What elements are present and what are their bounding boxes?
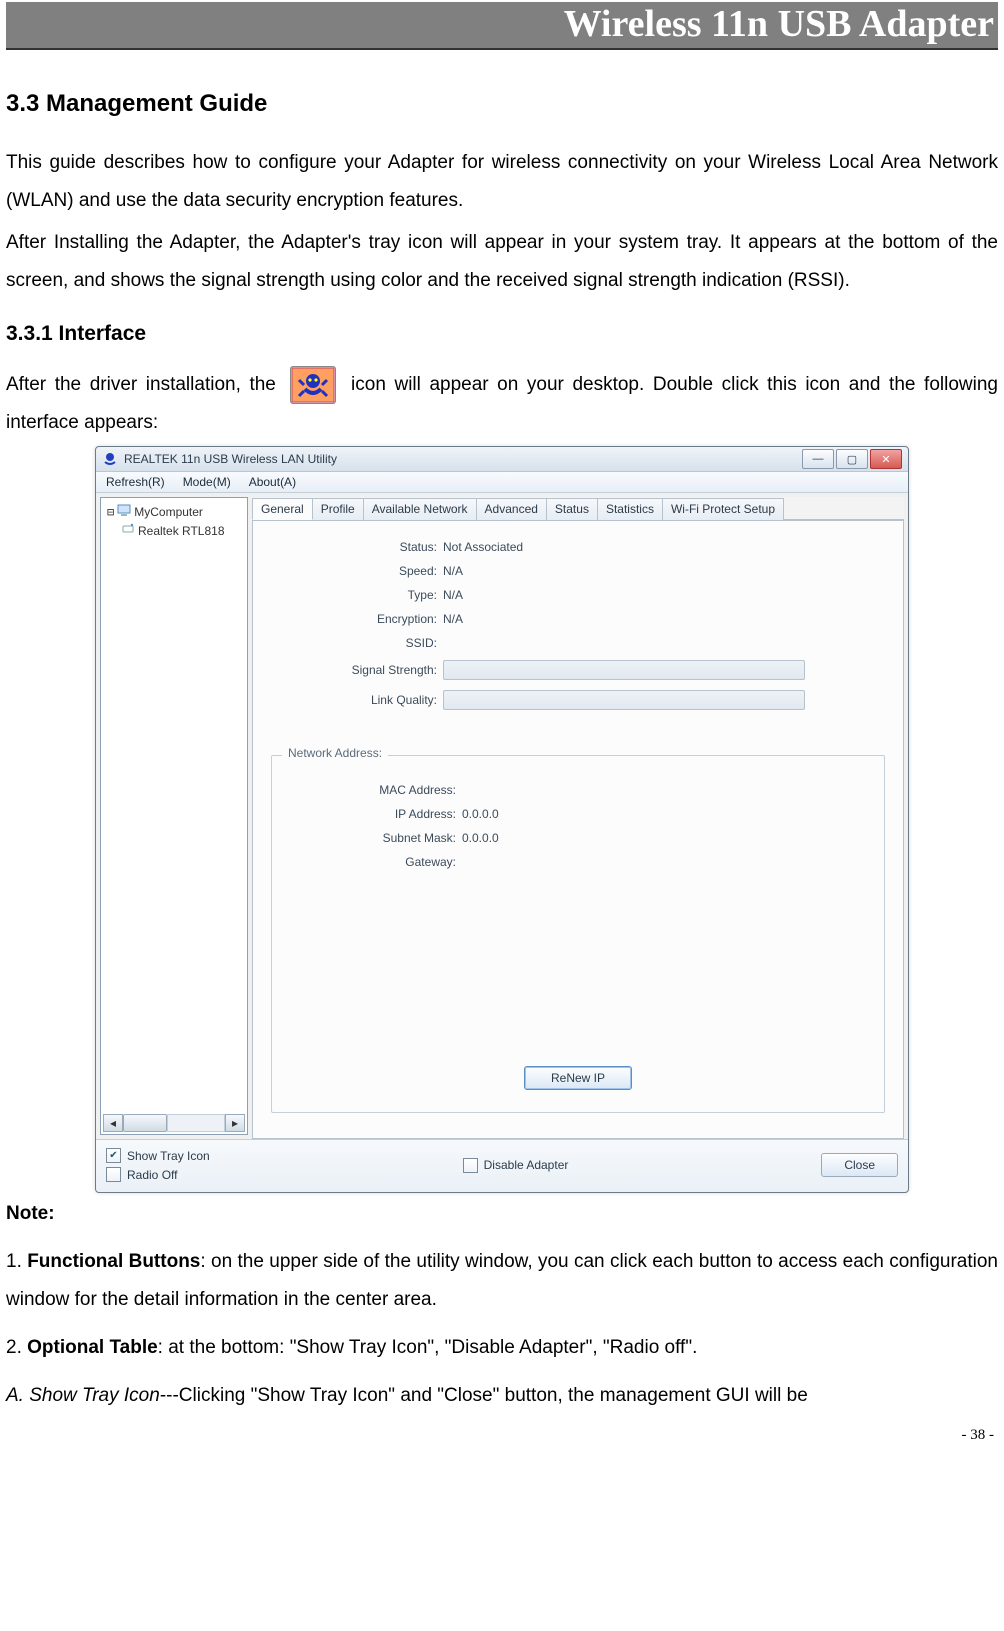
device-tree-pane: ⊟ MyComputer Realtek RTL818 ◂: [100, 497, 248, 1135]
tab-advanced[interactable]: Advanced: [476, 498, 547, 520]
type-value: N/A: [443, 588, 463, 602]
scroll-left-arrow-icon[interactable]: ◂: [103, 1114, 123, 1132]
show-tray-icon-checkbox[interactable]: ✔ Show Tray Icon: [106, 1148, 210, 1163]
minimize-button[interactable]: —: [802, 449, 834, 469]
maximize-button[interactable]: ▢: [836, 449, 868, 469]
subsection-heading: 3.3.1 Interface: [6, 322, 998, 346]
status-label: Status:: [271, 540, 443, 554]
note-2-bold: Optional Table: [27, 1337, 158, 1358]
note-1-num: 1.: [6, 1251, 27, 1272]
menu-mode[interactable]: Mode(M): [183, 475, 231, 489]
computer-icon: [117, 503, 131, 520]
checkbox-unchecked-icon: [106, 1167, 121, 1182]
tree-root-label: MyComputer: [134, 505, 203, 519]
adapter-icon: [121, 522, 135, 539]
menu-refresh[interactable]: Refresh(R): [106, 475, 165, 489]
section-heading: 3.3 Management Guide: [6, 90, 998, 118]
disable-adapter-checkbox[interactable]: Disable Adapter: [463, 1158, 569, 1173]
scroll-track[interactable]: [167, 1114, 225, 1132]
gateway-label: Gateway:: [290, 855, 462, 869]
tab-statistics[interactable]: Statistics: [597, 498, 663, 520]
utility-screenshot-figure: REALTEK 11n USB Wireless LAN Utility — ▢…: [6, 446, 998, 1193]
utility-footer: ✔ Show Tray Icon Radio Off Disable Adapt…: [96, 1139, 908, 1192]
note-item-3: A. Show Tray Icon---Clicking "Show Tray …: [6, 1377, 998, 1415]
radio-off-label: Radio Off: [127, 1168, 177, 1182]
disable-adapter-label: Disable Adapter: [484, 1158, 569, 1172]
encryption-value: N/A: [443, 612, 463, 626]
menu-about[interactable]: About(A): [249, 475, 296, 489]
subnet-mask-label: Subnet Mask:: [290, 831, 462, 845]
note-3-italic: A. Show Tray Icon: [6, 1385, 160, 1406]
ip-value: 0.0.0.0: [462, 807, 499, 821]
note-2-rest: : at the bottom: "Show Tray Icon", "Disa…: [158, 1337, 698, 1358]
signal-strength-label: Signal Strength:: [271, 663, 443, 677]
tab-status[interactable]: Status: [546, 498, 598, 520]
tab-strip: General Profile Available Network Advanc…: [252, 497, 904, 520]
tree-root[interactable]: ⊟ MyComputer: [103, 502, 245, 521]
tree-expand-icon[interactable]: ⊟: [107, 505, 114, 519]
encryption-label: Encryption:: [271, 612, 443, 626]
tree-child[interactable]: Realtek RTL818: [103, 521, 245, 540]
checkbox-unchecked-icon: [463, 1158, 478, 1173]
tab-wifi-protect-setup[interactable]: Wi-Fi Protect Setup: [662, 498, 784, 520]
mac-label: MAC Address:: [290, 783, 462, 797]
ssid-label: SSID:: [271, 636, 443, 650]
checkbox-checked-icon: ✔: [106, 1148, 121, 1163]
scroll-right-arrow-icon[interactable]: ▸: [225, 1114, 245, 1132]
menu-bar: Refresh(R) Mode(M) About(A): [96, 472, 908, 493]
intro-para-2: After Installing the Adapter, the Adapte…: [6, 224, 998, 300]
note-2-num: 2.: [6, 1337, 27, 1358]
network-address-group: Network Address: MAC Address: IP Address…: [271, 755, 885, 1113]
renew-ip-button[interactable]: ReNew IP: [524, 1066, 632, 1090]
window-close-button[interactable]: ✕: [870, 449, 902, 469]
radio-off-checkbox[interactable]: Radio Off: [106, 1167, 210, 1182]
page-number: - 38 -: [6, 1427, 998, 1444]
utility-window: REALTEK 11n USB Wireless LAN Utility — ▢…: [95, 446, 909, 1193]
signal-strength-bar: [443, 660, 805, 680]
desktop-utility-icon: [290, 366, 336, 404]
network-address-title: Network Address:: [282, 746, 388, 760]
close-button[interactable]: Close: [821, 1153, 898, 1177]
window-titlebar: REALTEK 11n USB Wireless LAN Utility — ▢…: [96, 447, 908, 472]
after-install-para: After the driver installation, the icon …: [6, 366, 998, 442]
link-quality-label: Link Quality:: [271, 693, 443, 707]
tree-horizontal-scrollbar[interactable]: ◂ ▸: [103, 1114, 245, 1132]
app-icon: [102, 451, 118, 467]
note-item-2: 2. Optional Table: at the bottom: "Show …: [6, 1329, 998, 1367]
show-tray-icon-label: Show Tray Icon: [127, 1149, 210, 1163]
tab-general-body: Status: Not Associated Speed: N/A Type: …: [252, 520, 904, 1139]
note-label: Note:: [6, 1203, 998, 1225]
scroll-thumb[interactable]: [123, 1114, 167, 1132]
note-item-1: 1. Functional Buttons: on the upper side…: [6, 1243, 998, 1319]
after-install-pre: After the driver installation, the: [6, 374, 284, 395]
ip-label: IP Address:: [290, 807, 462, 821]
note-1-bold: Functional Buttons: [27, 1251, 200, 1272]
window-title: REALTEK 11n USB Wireless LAN Utility: [124, 452, 802, 466]
link-quality-bar: [443, 690, 805, 710]
doc-banner: Wireless 11n USB Adapter: [6, 2, 998, 50]
speed-value: N/A: [443, 564, 463, 578]
type-label: Type:: [271, 588, 443, 602]
speed-label: Speed:: [271, 564, 443, 578]
status-value: Not Associated: [443, 540, 523, 554]
subnet-mask-value: 0.0.0.0: [462, 831, 499, 845]
note-3-rest: ---Clicking "Show Tray Icon" and "Close"…: [160, 1385, 808, 1406]
intro-para-1: This guide describes how to configure yo…: [6, 144, 998, 220]
tab-profile[interactable]: Profile: [312, 498, 364, 520]
tab-available-network[interactable]: Available Network: [363, 498, 477, 520]
tab-general[interactable]: General: [252, 498, 313, 520]
tree-child-label: Realtek RTL818: [138, 524, 225, 538]
